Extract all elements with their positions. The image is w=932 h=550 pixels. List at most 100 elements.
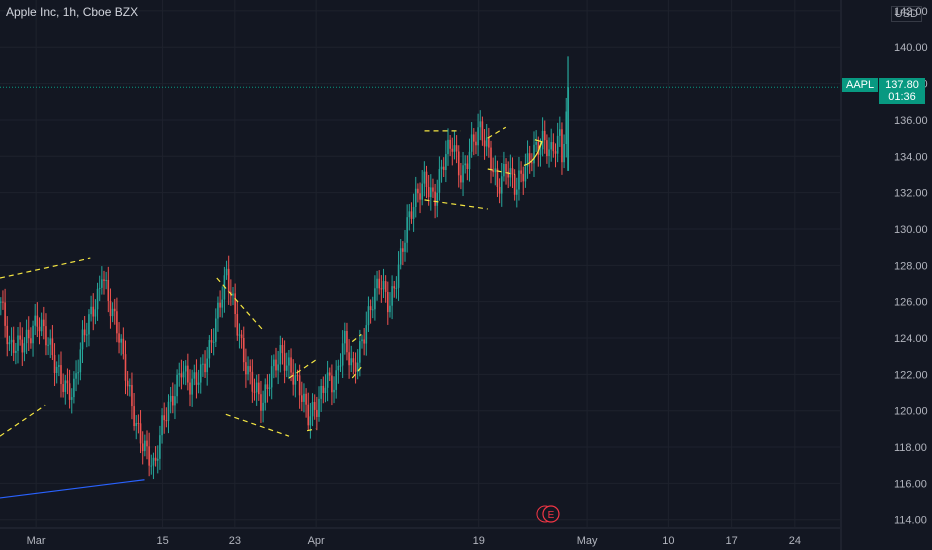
candle-body [505,163,507,172]
candle-body [473,134,475,142]
candle-body [539,149,542,155]
candle-body [397,264,400,288]
candle-body [135,422,138,427]
currency-button[interactable]: USD [890,6,922,22]
x-tick-label: 24 [789,535,801,547]
symbol-tag: AAPL [842,78,879,92]
candle-body [320,385,322,399]
candle-body [438,169,441,193]
y-tick-label: 116.00 [894,478,927,490]
candle-body [348,352,350,366]
candle-body [339,365,342,367]
pattern-dashed-line [0,404,46,437]
candle-body [131,385,133,407]
y-tick-label: 118.00 [894,442,927,454]
candle-body [55,366,58,373]
countdown-timer: 01:36 [888,91,916,103]
candle-body [83,329,86,336]
candle-body [258,382,260,395]
candle-body [195,372,198,385]
y-tick-label: 132.00 [894,188,928,200]
candle-body [554,151,557,154]
candle-body [2,301,4,303]
candle-body [352,358,355,363]
candle-body [516,189,518,195]
candle-body [21,339,24,353]
candle-body [477,127,479,146]
candle-body [387,291,389,313]
candle-body [498,187,501,194]
candle-body [380,288,383,290]
candle-body [133,406,135,427]
candle-body [389,305,391,313]
candle-body [277,364,279,371]
x-tick-label: 15 [156,535,168,547]
candle-body [126,380,129,387]
candle-body [481,121,484,141]
candle-body [217,302,219,319]
candle-body [49,338,52,345]
y-tick-label: 122.00 [894,369,928,381]
candle-body [434,191,436,206]
candle-body [453,145,456,152]
candle-body [408,211,411,218]
candle-body [425,171,428,188]
candle-body [283,353,286,371]
candle-body [430,187,432,198]
candle-body [40,319,43,332]
candle-body [328,372,331,376]
x-tick-label: 10 [662,535,674,547]
candle-body [410,211,413,219]
candle-body [10,339,13,343]
candle-body [281,345,284,354]
candle-body [156,458,159,461]
candle-body [236,314,239,336]
candle-body [62,384,64,392]
candle-body [66,380,69,384]
candle-body [513,174,516,195]
candle-body [449,139,451,149]
candle-body [111,308,114,317]
candle-body [139,423,142,444]
candle-body [376,278,378,289]
candle-body [350,358,353,366]
candle-body [253,391,256,393]
candle-body [43,319,45,327]
candle-body [73,378,75,398]
candle-body [344,330,346,344]
candle-body [333,389,335,393]
candle-body [309,416,312,426]
candle-body [483,140,486,147]
candle-body [262,402,264,411]
y-tick-label: 126.00 [894,297,928,309]
candle-body [556,135,559,154]
candle-body [359,341,361,363]
y-tick-label: 136.00 [894,115,928,127]
candle-body [193,372,196,379]
chart-title: Apple Inc, 1h, Cboe BZX [6,5,139,19]
candle-body [460,175,462,183]
candle-body [6,325,9,345]
y-tick-label: 134.00 [894,151,928,163]
candle-body [12,339,15,353]
candle-body [116,311,118,334]
price-chart[interactable]: 114.00 116.00 118.00 120.00 122.00 124.00 126.… [0,0,932,550]
candle-body [124,354,127,381]
candle-body [445,154,447,171]
candle-body [17,335,19,351]
y-tick-label: 140.00 [894,42,928,54]
candle-body [468,151,471,170]
candle-body [361,339,363,342]
candle-body [335,370,337,390]
candle-body [260,394,262,411]
candle-body [326,372,329,388]
pattern-dashed-line [216,277,263,330]
candle-body [440,166,443,170]
candle-body [167,401,170,421]
candle-body [346,330,348,353]
candle-body [559,129,561,136]
candle-body [15,350,17,353]
candle-body [23,343,26,353]
candle-body [393,286,396,289]
candle-body [466,163,469,170]
